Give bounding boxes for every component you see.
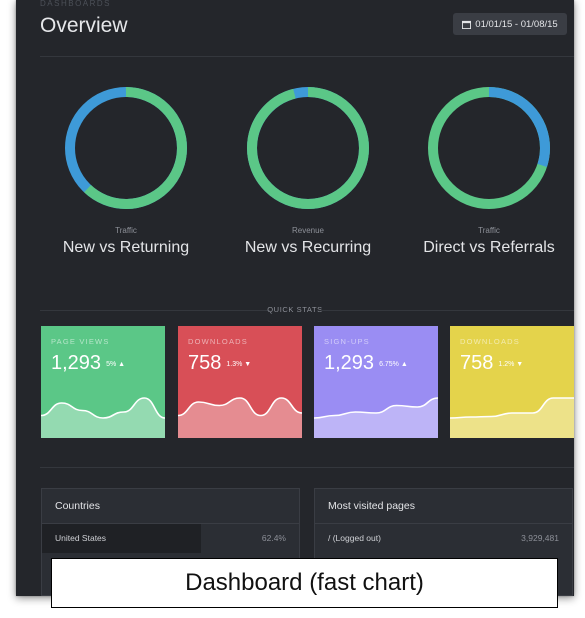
stat-card-label: SIGN-UPS <box>324 337 370 346</box>
donut-sub-label: Traffic <box>478 226 500 235</box>
stat-card-label: PAGE VIEWS <box>51 337 110 346</box>
sparkline <box>178 397 302 438</box>
donut-main-label: New vs Returning <box>62 239 190 256</box>
date-range-label: 01/01/15 - 01/08/15 <box>475 18 558 30</box>
country-name: United States <box>55 533 107 543</box>
donut-chart-2 <box>247 87 369 209</box>
donut-sub-label: Revenue <box>291 226 325 235</box>
table-row[interactable]: / (Logged out) 3,929,481 <box>315 524 572 553</box>
sparkline <box>41 397 165 438</box>
page-title: Overview <box>40 14 128 37</box>
donut-label-1: Traffic New vs Returning <box>36 226 216 257</box>
stat-card-change: 1.3% ▼ <box>226 361 252 368</box>
arrow-up-icon: ▲ <box>116 361 126 368</box>
donut-chart-3 <box>428 87 550 209</box>
stat-card-change: 5% ▲ <box>106 361 126 368</box>
quick-stats-divider-right <box>321 310 574 311</box>
donut-chart-1 <box>65 87 187 209</box>
breadcrumb: DASHBOARDS <box>40 0 112 8</box>
date-range-button[interactable]: 01/01/15 - 01/08/15 <box>453 13 567 35</box>
page-visits: 3,929,481 <box>521 533 559 543</box>
stat-card-sign-ups[interactable]: SIGN-UPS 1,293 6.75% ▲ <box>314 326 438 438</box>
stat-card-value: 1,293 <box>51 352 102 374</box>
donut-main-label: Direct vs Referrals <box>423 239 555 256</box>
donut-label-2: Revenue New vs Recurring <box>218 226 398 257</box>
image-caption: Dashboard (fast chart) <box>51 558 558 608</box>
stat-card-value: 758 <box>460 352 494 374</box>
stat-card-value: 758 <box>188 352 222 374</box>
sparkline <box>314 397 438 438</box>
donut-sub-label: Traffic <box>115 226 137 235</box>
arrow-down-icon: ▼ <box>514 361 524 368</box>
header-divider <box>40 56 574 57</box>
panel-title: Countries <box>55 500 100 512</box>
donut-main-label: New vs Recurring <box>244 239 372 256</box>
stat-card-downloads-2[interactable]: DOWNLOADS 758 1.2% ▼ <box>450 326 574 438</box>
stat-card-change: 6.75% ▲ <box>379 361 408 368</box>
dashboard-screenshot: DASHBOARDS Overview 01/01/15 - 01/08/15 … <box>16 0 574 596</box>
stat-card-page-views[interactable]: PAGE VIEWS 1,293 5% ▲ <box>41 326 165 438</box>
country-share: 62.4% <box>261 533 286 543</box>
panel-title: Most visited pages <box>328 500 415 512</box>
donut-label-3: Traffic Direct vs Referrals <box>399 226 574 257</box>
stat-card-downloads[interactable]: DOWNLOADS 758 1.3% ▼ <box>178 326 302 438</box>
stat-card-change: 1.2% ▼ <box>498 361 524 368</box>
sparkline <box>450 397 574 438</box>
table-row[interactable]: United States 62.4% <box>42 524 299 553</box>
section-divider <box>40 467 574 468</box>
stat-card-label: DOWNLOADS <box>188 337 248 346</box>
stat-card-value: 1,293 <box>324 352 375 374</box>
arrow-up-icon: ▲ <box>398 361 408 368</box>
page-path: / (Logged out) <box>328 533 381 543</box>
arrow-down-icon: ▼ <box>242 361 252 368</box>
calendar-icon <box>462 20 472 29</box>
stat-card-label: DOWNLOADS <box>460 337 520 346</box>
